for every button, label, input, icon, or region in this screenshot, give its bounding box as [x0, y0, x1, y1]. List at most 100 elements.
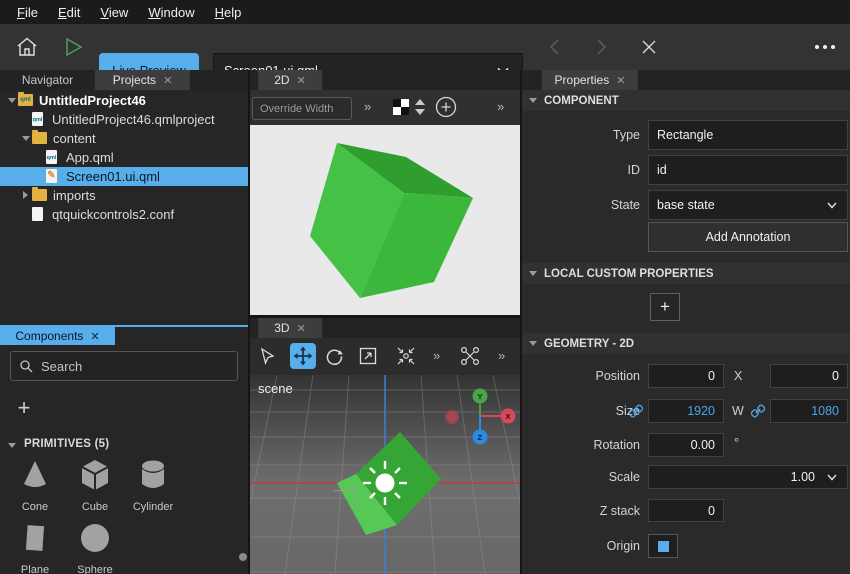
component-item-sphere[interactable]: Sphere	[66, 520, 124, 574]
move-icon	[293, 346, 313, 366]
rendered-cube-2d	[250, 125, 520, 315]
primitives-section-header[interactable]: PRIMITIVES (5)	[24, 438, 109, 450]
overflow-chevron-icon[interactable]: »	[364, 99, 371, 114]
component-section-header[interactable]: COMPONENT	[522, 90, 850, 111]
component-item-plane[interactable]: Plane	[6, 520, 64, 574]
size-width-input[interactable]	[648, 399, 724, 423]
rotate-tool-button[interactable]	[321, 343, 347, 369]
tree-item-qmlproject-file[interactable]: qml UntitledProject46.qmlproject	[0, 110, 248, 129]
link-icon[interactable]	[629, 404, 643, 418]
close-document-button[interactable]	[634, 32, 664, 62]
overflow-chevron-icon[interactable]: »	[433, 348, 440, 363]
link-icon[interactable]	[751, 404, 765, 418]
type-input[interactable]	[648, 120, 848, 150]
menu-help[interactable]: Help	[206, 2, 251, 23]
tree-item-qtquickcontrols-conf[interactable]: qtquickcontrols2.conf	[0, 205, 248, 224]
tree-item-imports-folder[interactable]: imports	[0, 186, 248, 205]
folder-icon	[32, 132, 47, 144]
close-tab-icon[interactable]: ✕	[616, 74, 625, 87]
chevron-down-icon	[825, 198, 839, 212]
menu-edit[interactable]: Edit	[49, 2, 89, 23]
tab-properties[interactable]: Properties ✕	[542, 70, 638, 90]
properties-panel: Properties ✕ COMPONENT Type ID State bas…	[522, 70, 850, 574]
components-search-box[interactable]	[10, 351, 238, 381]
fit-to-view-icon	[396, 346, 416, 366]
close-tab-icon[interactable]: ✕	[297, 322, 306, 335]
run-project-button[interactable]	[58, 32, 88, 62]
fit-selected-button[interactable]	[393, 343, 419, 369]
position-x-input[interactable]	[648, 364, 724, 388]
rotation-input[interactable]	[648, 433, 724, 457]
z-stack-input[interactable]	[648, 499, 724, 522]
component-item-cylinder[interactable]: Cylinder	[124, 457, 182, 513]
zoom-in-icon[interactable]	[435, 96, 457, 118]
scale-tool-button[interactable]	[355, 343, 381, 369]
caret-down-icon[interactable]	[8, 98, 16, 103]
state-select[interactable]: base state	[648, 190, 848, 220]
chevron-right-icon	[592, 37, 610, 57]
background-color-toggle-icon[interactable]	[393, 99, 409, 115]
add-module-button[interactable]: +	[12, 396, 36, 420]
close-tab-icon[interactable]: ✕	[297, 74, 306, 87]
search-input[interactable]	[41, 359, 211, 374]
overflow-chevron-icon[interactable]: »	[498, 348, 505, 363]
tree-item-content-folder[interactable]: content	[0, 129, 248, 148]
tree-item-screen01-qml[interactable]: ✎ Screen01.ui.qml	[0, 167, 248, 186]
svg-text:Y: Y	[478, 392, 483, 401]
panel-splitter[interactable]	[520, 70, 522, 574]
menu-file[interactable]: File	[8, 2, 47, 23]
tab-components[interactable]: Components ✕	[0, 327, 115, 345]
panel-splitter[interactable]	[248, 70, 250, 574]
2d-form-editor-canvas[interactable]	[250, 125, 520, 315]
tab-2d[interactable]: 2D ✕	[258, 70, 322, 90]
move-tool-button[interactable]	[290, 343, 316, 369]
more-options-button[interactable]	[815, 39, 843, 55]
local-custom-properties-header[interactable]: LOCAL CUSTOM PROPERTIES	[522, 263, 850, 284]
2d-toolbar: » »	[250, 90, 520, 125]
home-button[interactable]	[12, 32, 42, 62]
folder-icon	[32, 189, 47, 201]
component-item-cone[interactable]: Cone	[6, 457, 64, 513]
conf-file-icon	[32, 207, 43, 221]
tab-navigator[interactable]: Navigator	[0, 70, 95, 90]
tab-projects[interactable]: Projects ✕	[95, 70, 190, 90]
tree-item-project-root[interactable]: qml UntitledProject46	[0, 91, 248, 110]
go-forward-button[interactable]	[586, 32, 616, 62]
scale-label: Scale	[522, 470, 640, 484]
component-item-cube[interactable]: Cube	[66, 457, 124, 513]
snap-settings-button[interactable]	[457, 343, 483, 369]
3d-scene-viewport[interactable]: Y X Z scene	[250, 375, 520, 574]
select-tool-button[interactable]	[254, 343, 280, 369]
caret-down-icon[interactable]	[22, 136, 30, 141]
go-back-button[interactable]	[540, 32, 570, 62]
add-annotation-button[interactable]: Add Annotation	[648, 222, 848, 252]
menu-window[interactable]: Window	[139, 2, 203, 23]
origin-anchor-button[interactable]	[648, 534, 678, 558]
close-tab-icon[interactable]: ✕	[163, 74, 172, 87]
center-panel: 2D ✕ » »	[250, 70, 520, 574]
id-label: ID	[522, 163, 640, 177]
tree-item-app-qml[interactable]: qml App.qml	[0, 148, 248, 167]
degree-unit-label: °	[734, 436, 739, 450]
caret-right-icon[interactable]	[23, 191, 28, 199]
3d-tab-bar: 3D ✕	[250, 318, 520, 338]
position-y-input[interactable]	[770, 364, 848, 388]
geometry-2d-section-header[interactable]: GEOMETRY - 2D	[522, 333, 850, 354]
play-icon	[61, 35, 85, 59]
cylinder-icon	[135, 457, 171, 493]
override-width-input[interactable]	[252, 97, 352, 120]
scale-icon	[359, 347, 377, 365]
size-height-input[interactable]	[770, 399, 848, 423]
id-input[interactable]	[648, 155, 848, 185]
position-label: Position	[522, 369, 640, 383]
close-tab-icon[interactable]: ✕	[90, 330, 99, 343]
scale-select[interactable]: 1.00	[648, 465, 848, 489]
qml-project-folder-icon: qml	[18, 94, 33, 106]
tab-3d[interactable]: 3D ✕	[258, 318, 322, 338]
caret-down-icon[interactable]	[8, 443, 16, 448]
menu-view[interactable]: View	[91, 2, 137, 23]
scrollbar-thumb[interactable]	[239, 553, 247, 561]
zoom-stepper-icon[interactable]	[414, 98, 426, 116]
overflow-chevron-icon[interactable]: »	[497, 99, 504, 114]
add-custom-property-button[interactable]: +	[650, 293, 680, 321]
